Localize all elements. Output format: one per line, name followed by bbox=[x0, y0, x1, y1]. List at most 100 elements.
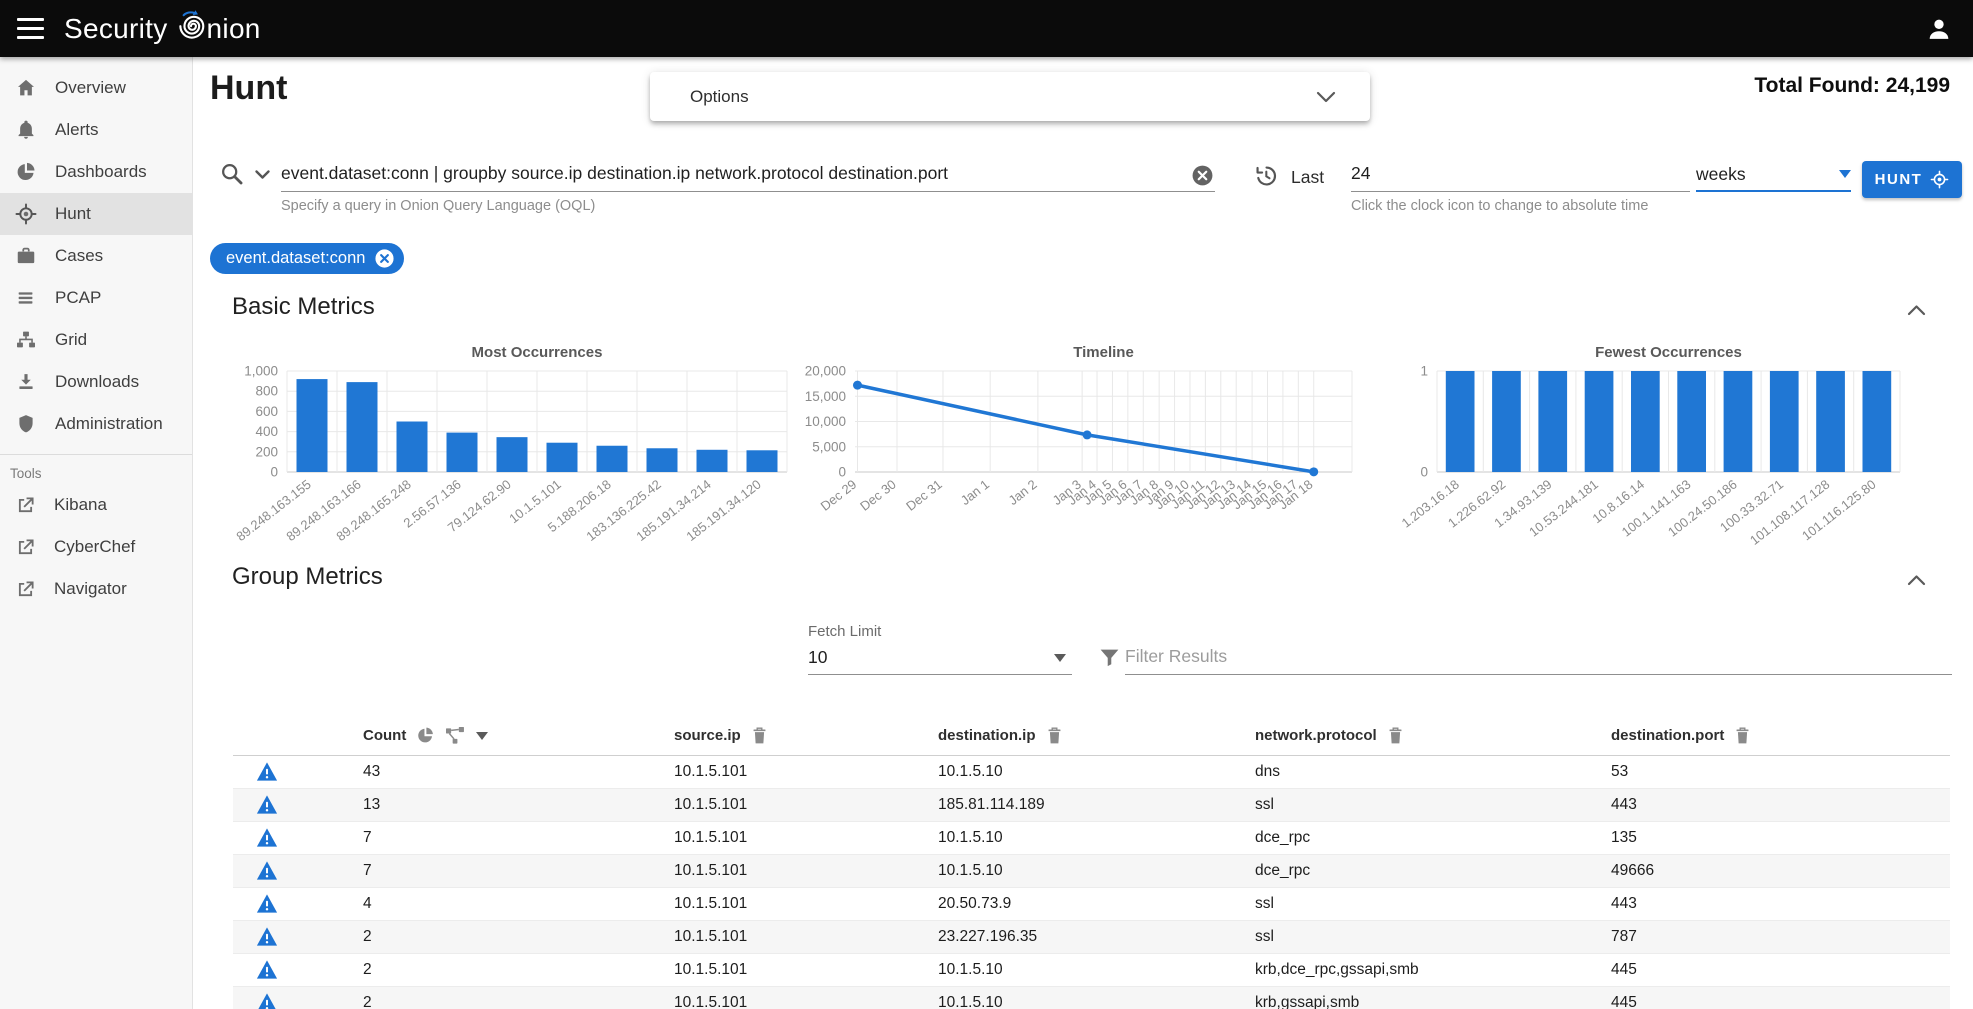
sidebar-item-pcap[interactable]: PCAP bbox=[0, 277, 192, 319]
fetch-limit-select[interactable]: 10 bbox=[808, 645, 1072, 675]
cell-network.protocol[interactable]: ssl bbox=[1255, 788, 1611, 821]
row-actions-cell[interactable] bbox=[233, 788, 363, 821]
collapse-group-icon[interactable] bbox=[1907, 574, 1926, 586]
delete-column-icon[interactable] bbox=[751, 726, 768, 745]
cell-source.ip[interactable]: 10.1.5.101 bbox=[674, 920, 938, 953]
bar bbox=[1816, 371, 1845, 472]
cell-Count[interactable]: 2 bbox=[363, 986, 674, 1009]
cell-source.ip[interactable]: 10.1.5.101 bbox=[674, 821, 938, 854]
cell-destination.port[interactable]: 445 bbox=[1611, 953, 1950, 986]
table-row[interactable]: 4310.1.5.10110.1.5.10dns53 bbox=[233, 755, 1950, 788]
sidebar-tool-kibana[interactable]: Kibana bbox=[0, 484, 192, 526]
query-dropdown-icon[interactable] bbox=[254, 169, 271, 181]
pie-chart-icon[interactable] bbox=[416, 726, 435, 745]
sidebar-item-cases[interactable]: Cases bbox=[0, 235, 192, 277]
column-header-source.ip[interactable]: source.ip bbox=[674, 717, 938, 755]
cell-network.protocol[interactable]: krb,gssapi,smb bbox=[1255, 986, 1611, 1009]
cell-destination.ip[interactable]: 20.50.73.9 bbox=[938, 887, 1255, 920]
table-row[interactable]: 710.1.5.10110.1.5.10dce_rpc49666 bbox=[233, 854, 1950, 887]
row-actions-cell[interactable] bbox=[233, 854, 363, 887]
delete-column-icon[interactable] bbox=[1734, 726, 1751, 745]
column-header-destination.ip[interactable]: destination.ip bbox=[938, 717, 1255, 755]
query-input[interactable] bbox=[281, 160, 1215, 192]
cell-destination.port[interactable]: 445 bbox=[1611, 986, 1950, 1009]
cell-network.protocol[interactable]: dce_rpc bbox=[1255, 854, 1611, 887]
cell-destination.port[interactable]: 49666 bbox=[1611, 854, 1950, 887]
cell-destination.ip[interactable]: 10.1.5.10 bbox=[938, 755, 1255, 788]
row-actions-cell[interactable] bbox=[233, 821, 363, 854]
relative-time-icon[interactable] bbox=[1253, 163, 1279, 189]
sidebar-item-hunt[interactable]: Hunt bbox=[0, 193, 192, 235]
cell-destination.ip[interactable]: 23.227.196.35 bbox=[938, 920, 1255, 953]
cell-source.ip[interactable]: 10.1.5.101 bbox=[674, 788, 938, 821]
collapse-basic-icon[interactable] bbox=[1907, 304, 1926, 316]
column-header-destination.port[interactable]: destination.port bbox=[1611, 717, 1950, 755]
menu-toggle-icon[interactable] bbox=[17, 18, 44, 39]
table-row[interactable]: 210.1.5.10110.1.5.10krb,gssapi,smb445 bbox=[233, 986, 1950, 1009]
options-panel[interactable]: Options bbox=[650, 72, 1370, 121]
cell-Count[interactable]: 13 bbox=[363, 788, 674, 821]
cell-destination.port[interactable]: 787 bbox=[1611, 920, 1950, 953]
cell-Count[interactable]: 43 bbox=[363, 755, 674, 788]
cell-source.ip[interactable]: 10.1.5.101 bbox=[674, 986, 938, 1009]
cell-destination.port[interactable]: 53 bbox=[1611, 755, 1950, 788]
cell-network.protocol[interactable]: ssl bbox=[1255, 920, 1611, 953]
duration-input[interactable] bbox=[1351, 160, 1690, 192]
table-row[interactable]: 1310.1.5.101185.81.114.189ssl443 bbox=[233, 788, 1950, 821]
filter-chip[interactable]: event.dataset:conn bbox=[210, 243, 404, 274]
sidebar-item-grid[interactable]: Grid bbox=[0, 319, 192, 361]
cell-Count[interactable]: 7 bbox=[363, 821, 674, 854]
cell-Count[interactable]: 4 bbox=[363, 887, 674, 920]
svg-text:Dec 30: Dec 30 bbox=[857, 477, 899, 514]
caret-down-icon[interactable] bbox=[476, 732, 488, 740]
warning-icon bbox=[256, 794, 278, 815]
row-actions-cell[interactable] bbox=[233, 887, 363, 920]
cell-destination.ip[interactable]: 10.1.5.10 bbox=[938, 953, 1255, 986]
sidebar-tool-cyberchef[interactable]: CyberChef bbox=[0, 526, 192, 568]
cell-destination.ip[interactable]: 10.1.5.10 bbox=[938, 854, 1255, 887]
sidebar-item-dashboards[interactable]: Dashboards bbox=[0, 151, 192, 193]
cell-destination.ip[interactable]: 185.81.114.189 bbox=[938, 788, 1255, 821]
data-point bbox=[1083, 430, 1092, 439]
table-row[interactable]: 410.1.5.10120.50.73.9ssl443 bbox=[233, 887, 1950, 920]
sidebar-item-alerts[interactable]: Alerts bbox=[0, 109, 192, 151]
filter-results-input[interactable] bbox=[1125, 643, 1952, 675]
row-actions-cell[interactable] bbox=[233, 953, 363, 986]
column-header-Count[interactable]: Count bbox=[363, 717, 674, 755]
cell-source.ip[interactable]: 10.1.5.101 bbox=[674, 854, 938, 887]
sidebar-tool-navigator[interactable]: Navigator bbox=[0, 568, 192, 610]
cell-network.protocol[interactable]: krb,dce_rpc,gssapi,smb bbox=[1255, 953, 1611, 986]
cell-destination.ip[interactable]: 10.1.5.10 bbox=[938, 986, 1255, 1009]
cell-source.ip[interactable]: 10.1.5.101 bbox=[674, 953, 938, 986]
cell-source.ip[interactable]: 10.1.5.101 bbox=[674, 755, 938, 788]
cell-network.protocol[interactable]: ssl bbox=[1255, 887, 1611, 920]
table-row[interactable]: 710.1.5.10110.1.5.10dce_rpc135 bbox=[233, 821, 1950, 854]
cell-destination.port[interactable]: 443 bbox=[1611, 788, 1950, 821]
cell-Count[interactable]: 2 bbox=[363, 953, 674, 986]
hunt-button[interactable]: HUNT bbox=[1862, 161, 1962, 198]
cell-destination.ip[interactable]: 10.1.5.10 bbox=[938, 821, 1255, 854]
sidebar-item-overview[interactable]: Overview bbox=[0, 67, 192, 109]
row-actions-cell[interactable] bbox=[233, 755, 363, 788]
delete-column-icon[interactable] bbox=[1387, 726, 1404, 745]
user-menu-button[interactable] bbox=[1925, 15, 1953, 43]
cell-source.ip[interactable]: 10.1.5.101 bbox=[674, 887, 938, 920]
chip-remove-icon[interactable] bbox=[374, 248, 395, 269]
clear-query-icon[interactable] bbox=[1191, 164, 1214, 187]
time-unit-select[interactable]: weeks bbox=[1696, 160, 1851, 192]
sidebar-item-administration[interactable]: Administration bbox=[0, 403, 192, 445]
row-actions-cell[interactable] bbox=[233, 986, 363, 1009]
cell-Count[interactable]: 7 bbox=[363, 854, 674, 887]
table-row[interactable]: 210.1.5.10110.1.5.10krb,dce_rpc,gssapi,s… bbox=[233, 953, 1950, 986]
cell-network.protocol[interactable]: dns bbox=[1255, 755, 1611, 788]
cell-Count[interactable]: 2 bbox=[363, 920, 674, 953]
sidebar-item-downloads[interactable]: Downloads bbox=[0, 361, 192, 403]
column-header-network.protocol[interactable]: network.protocol bbox=[1255, 717, 1611, 755]
cell-network.protocol[interactable]: dce_rpc bbox=[1255, 821, 1611, 854]
cell-destination.port[interactable]: 135 bbox=[1611, 821, 1950, 854]
delete-column-icon[interactable] bbox=[1046, 726, 1063, 745]
group-graph-icon[interactable] bbox=[445, 726, 466, 745]
row-actions-cell[interactable] bbox=[233, 920, 363, 953]
table-row[interactable]: 210.1.5.10123.227.196.35ssl787 bbox=[233, 920, 1950, 953]
cell-destination.port[interactable]: 443 bbox=[1611, 887, 1950, 920]
